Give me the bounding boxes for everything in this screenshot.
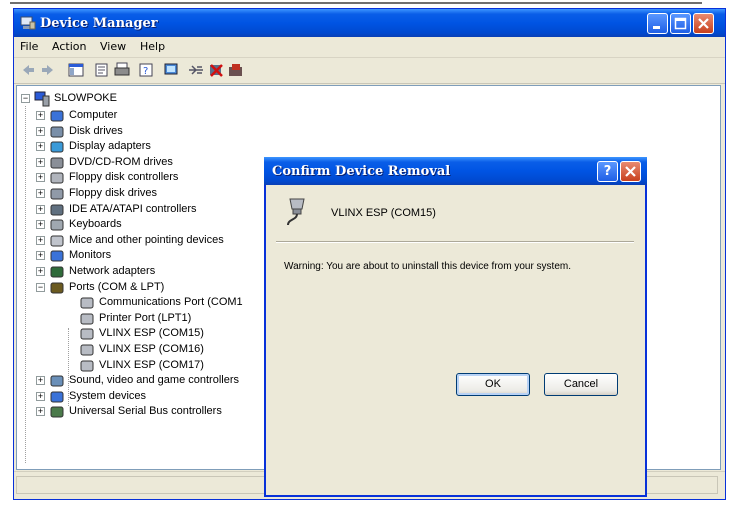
- menu-help[interactable]: Help: [140, 40, 165, 53]
- serial-port-icon: [80, 344, 94, 356]
- forward-arrow-icon[interactable]: [40, 62, 56, 78]
- dialog-titlebar[interactable]: Confirm Device Removal ?: [264, 157, 647, 185]
- serial-port-icon: [80, 328, 94, 340]
- category-icon: [50, 375, 64, 387]
- help-icon[interactable]: ?: [138, 62, 154, 78]
- expand-toggle[interactable]: +: [36, 236, 45, 245]
- toolbar: ?: [14, 58, 725, 84]
- category-icon: [50, 188, 64, 200]
- category-icon: [50, 250, 64, 262]
- update-driver-icon[interactable]: [164, 62, 180, 78]
- dialog-help-button[interactable]: ?: [597, 161, 618, 182]
- dialog-warning-text: Warning: You are about to uninstall this…: [284, 261, 571, 272]
- tree-item-label: Communications Port (COM1: [99, 296, 243, 308]
- show-hide-console-tree-icon[interactable]: [68, 62, 84, 78]
- computer-icon: [34, 91, 50, 107]
- print-icon[interactable]: [114, 62, 130, 78]
- tree-item-label: Computer: [69, 109, 118, 121]
- maximize-button[interactable]: [670, 13, 691, 34]
- close-icon: [625, 166, 636, 177]
- confirm-device-removal-dialog: Confirm Device Removal ? VLINX ESP (COM1…: [264, 157, 647, 497]
- menu-file[interactable]: File: [20, 40, 38, 53]
- expand-toggle[interactable]: +: [36, 407, 45, 416]
- collapse-toggle[interactable]: −: [21, 94, 30, 103]
- tree-item-label: Floppy disk drives: [69, 187, 158, 199]
- expand-toggle[interactable]: +: [36, 158, 45, 167]
- close-button[interactable]: [693, 13, 714, 34]
- category-icon: [50, 391, 64, 403]
- expand-toggle[interactable]: +: [36, 392, 45, 401]
- tree-guide: [25, 106, 26, 463]
- expand-toggle[interactable]: +: [36, 376, 45, 385]
- collapse-toggle[interactable]: −: [36, 283, 45, 292]
- close-icon: [698, 18, 709, 29]
- tree-item-label: Floppy disk controllers: [69, 171, 179, 183]
- tree-item-label: Display adapters: [69, 140, 151, 152]
- category-icon: [50, 110, 64, 122]
- tree-item-label: VLINX ESP (COM15): [99, 327, 204, 339]
- category-icon: [50, 219, 64, 231]
- maximize-icon: [674, 17, 687, 30]
- menu-bar: File Action View Help: [14, 37, 725, 58]
- category-icon: [50, 406, 64, 418]
- ok-button[interactable]: OK: [456, 373, 530, 396]
- serial-port-icon: [80, 313, 94, 325]
- uninstall-icon[interactable]: [208, 62, 224, 78]
- minimize-button[interactable]: [647, 13, 668, 34]
- expand-toggle[interactable]: +: [36, 111, 45, 120]
- dialog-separator: [276, 241, 634, 243]
- expand-toggle[interactable]: +: [36, 251, 45, 260]
- svg-text:?: ?: [143, 66, 148, 77]
- cancel-button[interactable]: Cancel: [544, 373, 618, 396]
- dialog-device-name: VLINX ESP (COM15): [331, 207, 436, 219]
- tree-item-label: Monitors: [69, 249, 112, 261]
- expand-toggle[interactable]: +: [36, 173, 45, 182]
- serial-port-icon: [80, 297, 94, 309]
- expand-toggle[interactable]: +: [36, 205, 45, 214]
- disable-device-icon[interactable]: [228, 62, 244, 78]
- dialog-title: Confirm Device Removal: [272, 164, 451, 179]
- category-icon: [50, 157, 64, 169]
- tree-item-label: Network adapters: [69, 265, 156, 277]
- window-titlebar[interactable]: Device Manager: [14, 9, 725, 37]
- dialog-close-button[interactable]: [620, 161, 641, 182]
- port-connector-icon: [287, 198, 305, 226]
- category-icon: [50, 204, 64, 216]
- tree-item-label: Keyboards: [69, 218, 122, 230]
- expand-toggle[interactable]: +: [36, 127, 45, 136]
- expand-toggle[interactable]: +: [36, 220, 45, 229]
- properties-icon[interactable]: [94, 62, 110, 78]
- expand-toggle[interactable]: +: [36, 142, 45, 151]
- expand-toggle[interactable]: +: [36, 189, 45, 198]
- tree-item-label: VLINX ESP (COM16): [99, 343, 204, 355]
- category-icon: [50, 141, 64, 153]
- window-title: Device Manager: [40, 16, 158, 31]
- tree-item-label: Sound, video and game controllers: [69, 374, 239, 386]
- expand-toggle[interactable]: +: [36, 267, 45, 276]
- screen-top-edge: [0, 0, 732, 8]
- menu-view[interactable]: View: [100, 40, 126, 53]
- minimize-icon: [653, 26, 660, 29]
- category-icon: [50, 235, 64, 247]
- tree-root-label: SLOWPOKE: [54, 92, 117, 104]
- scan-hardware-icon[interactable]: [188, 62, 204, 78]
- category-icon: [50, 126, 64, 138]
- device-manager-icon: [20, 16, 36, 30]
- menu-action[interactable]: Action: [52, 40, 86, 53]
- category-icon: [50, 282, 64, 294]
- back-arrow-icon[interactable]: [20, 62, 36, 78]
- tree-item-label: Universal Serial Bus controllers: [69, 405, 222, 417]
- category-icon: [50, 172, 64, 184]
- category-icon: [50, 266, 64, 278]
